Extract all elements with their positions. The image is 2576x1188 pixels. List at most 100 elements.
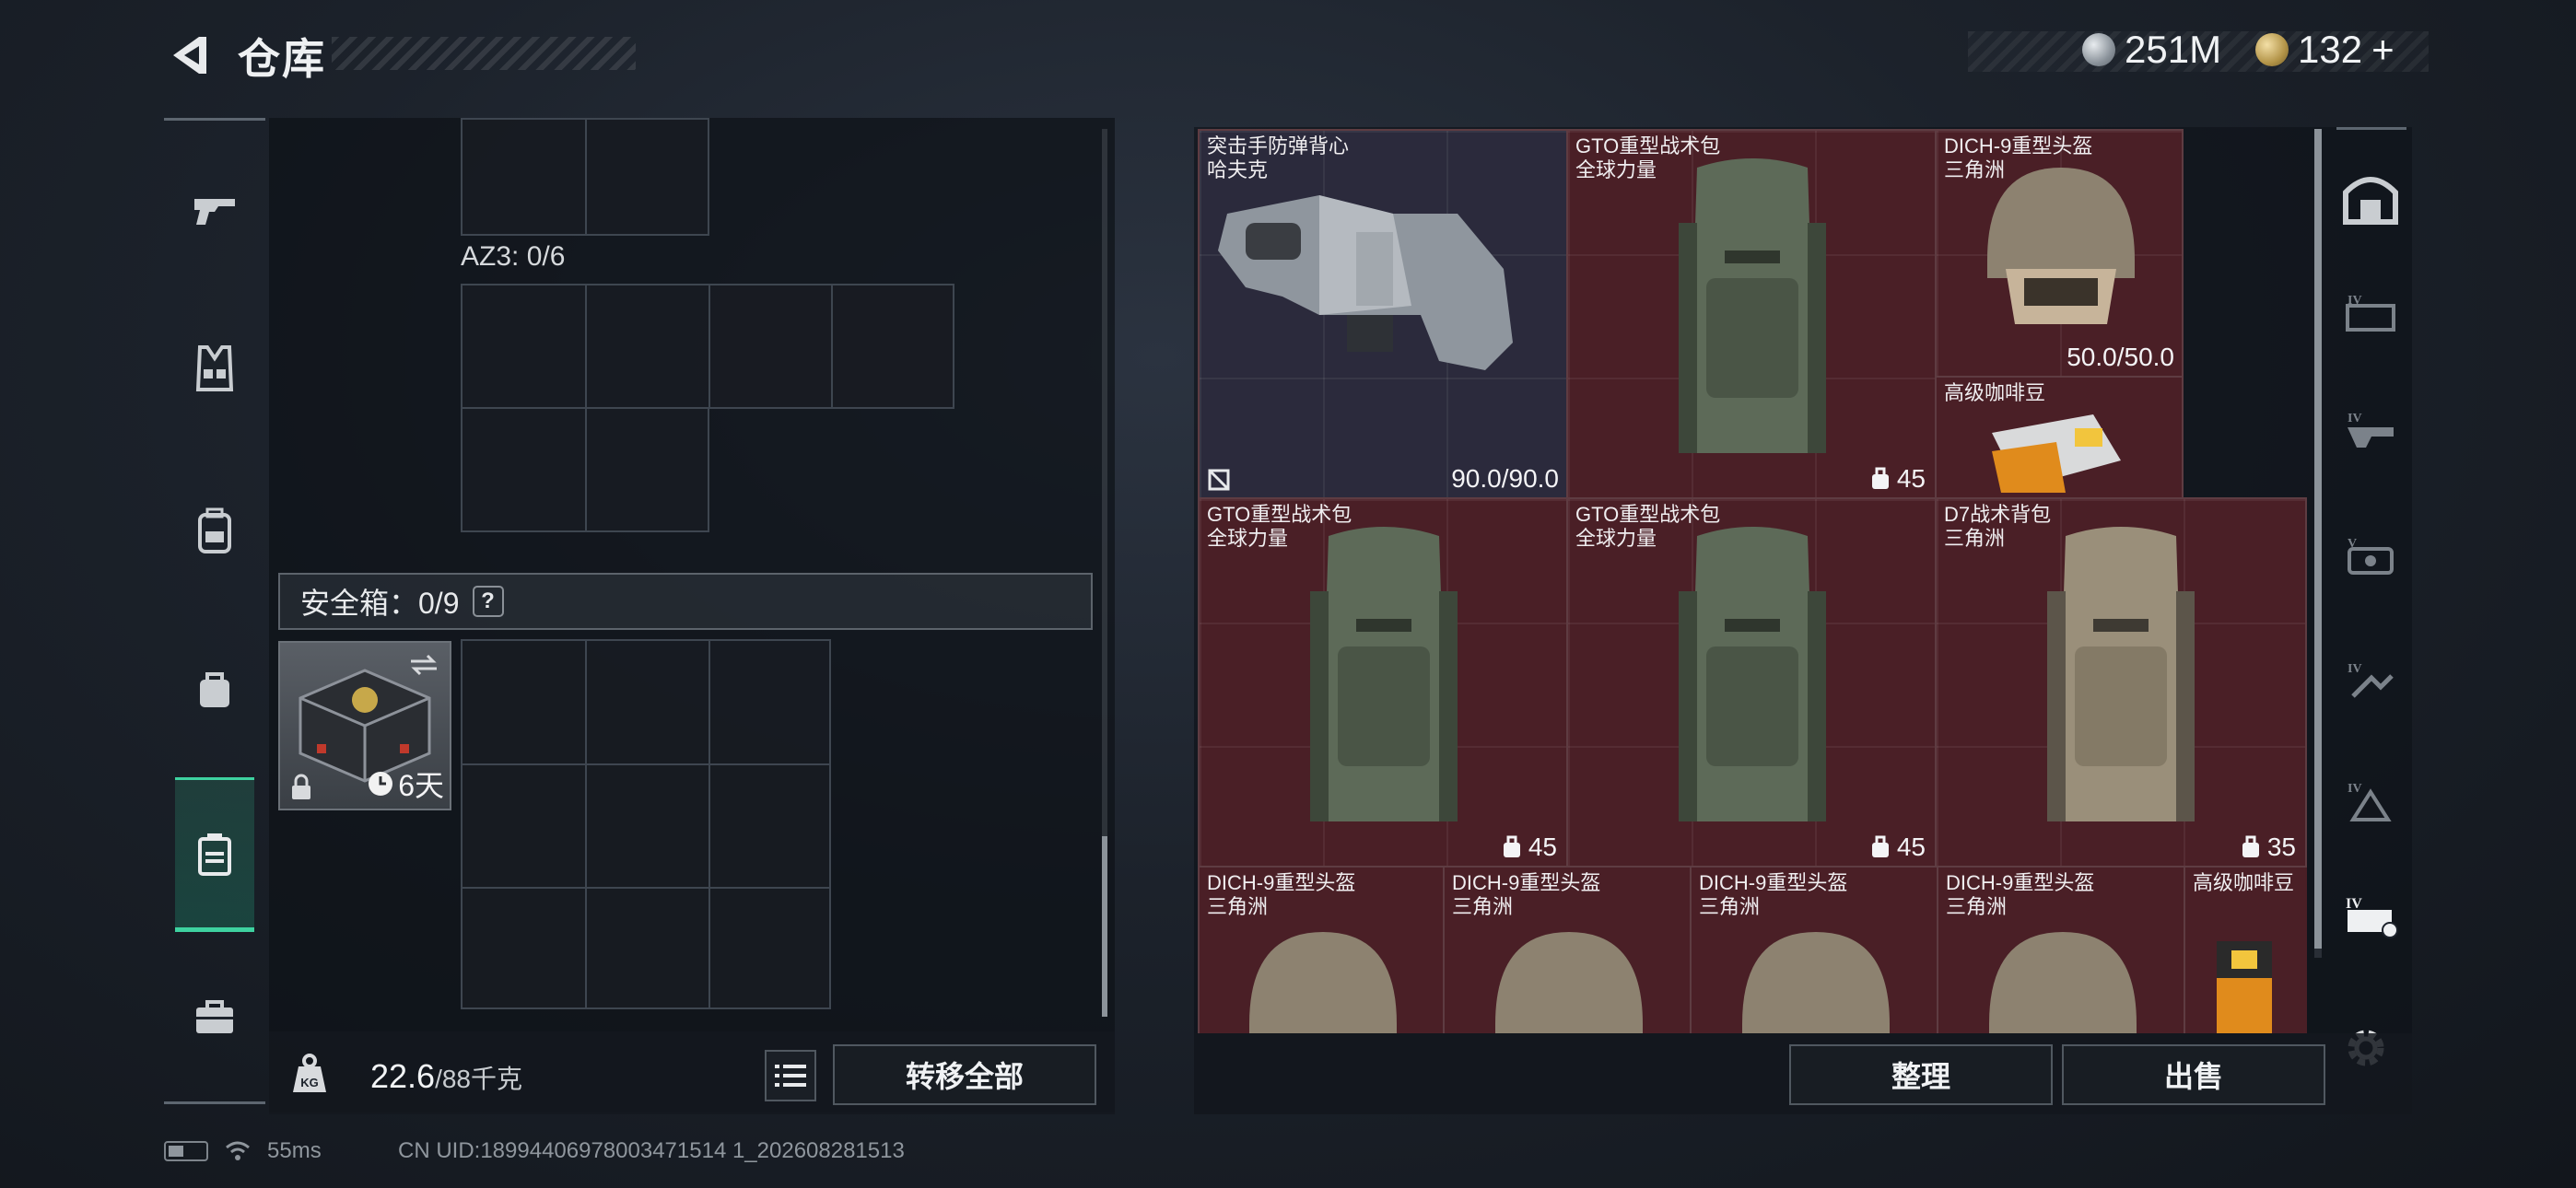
filter-tier-4-active[interactable]: IV bbox=[2329, 866, 2412, 967]
tier-4-tool-icon: IV bbox=[2348, 662, 2394, 698]
item-name: DICH-9重型头盔 三角洲 bbox=[1944, 134, 2093, 181]
safe-box-label: 安全箱：0/9 bbox=[300, 587, 460, 620]
briefcase-icon bbox=[196, 1000, 233, 1033]
rail-tab-backpack[interactable] bbox=[164, 475, 265, 586]
list-view-button[interactable] bbox=[765, 1050, 816, 1101]
tier-4-weapon-icon: IV bbox=[2348, 412, 2394, 448]
storage-grid-upper[interactable] bbox=[461, 118, 709, 236]
sell-button[interactable]: 出售 bbox=[2062, 1044, 2325, 1105]
title-stripe-decoration bbox=[332, 37, 636, 70]
az3-grid-top[interactable] bbox=[461, 284, 954, 409]
item-coffee[interactable]: 高级咖啡豆 bbox=[1935, 376, 2184, 501]
item-backpack[interactable]: GTO重型战术包 全球力量 45 bbox=[1566, 497, 1937, 868]
tier-4-gear-icon: IV bbox=[2348, 782, 2392, 821]
az3-grid-bottom[interactable] bbox=[461, 407, 709, 532]
ping-value: 55ms bbox=[267, 1138, 322, 1163]
carry-weight-current: 22.6 bbox=[370, 1057, 436, 1095]
item-name: DICH-9重型头盔 三角洲 bbox=[1946, 871, 2095, 918]
battery-icon bbox=[164, 1141, 208, 1161]
item-backpack[interactable]: D7战术背包 三角洲 35 bbox=[1935, 497, 2307, 868]
backpack-image bbox=[1310, 527, 1458, 821]
helmet-image bbox=[1249, 932, 1397, 1033]
item-durability: 90.0/90.0 bbox=[1451, 464, 1559, 493]
item-capacity: 45 bbox=[1869, 464, 1926, 494]
vest-image bbox=[1218, 195, 1513, 370]
rail-tab-chest-rig[interactable] bbox=[164, 313, 265, 424]
item-vest[interactable]: 突击手防弹背心 哈夫克 90.0/90.0 bbox=[1198, 129, 1568, 499]
page-title: 仓库 bbox=[238, 35, 326, 83]
gold-currency[interactable]: 132 + bbox=[2255, 28, 2395, 72]
item-name: 高级咖啡豆 bbox=[2193, 871, 2295, 894]
right-scrollbar-thumb[interactable] bbox=[2314, 129, 2322, 949]
pistol-icon bbox=[194, 199, 235, 225]
warehouse-icon bbox=[2343, 177, 2398, 225]
item-helmet[interactable]: DICH-9重型头盔 三角洲 bbox=[1937, 866, 2185, 1033]
svg-text:IV: IV bbox=[2346, 896, 2362, 912]
remaining-time: 6天 bbox=[367, 763, 444, 805]
filter-tier-5[interactable]: V bbox=[2329, 507, 2412, 608]
item-backpack[interactable]: GTO重型战术包 全球力量 45 bbox=[1566, 129, 1937, 499]
filter-tier-4-d[interactable]: IV bbox=[2329, 751, 2412, 853]
filter-tier-4-b[interactable]: IV bbox=[2329, 381, 2412, 483]
sort-button[interactable]: 整理 bbox=[1789, 1044, 2053, 1105]
lock-icon bbox=[292, 774, 310, 799]
transfer-all-button[interactable]: 转移全部 bbox=[833, 1044, 1096, 1105]
list-icon bbox=[775, 1065, 806, 1087]
tier-4-case-icon: IV bbox=[2346, 896, 2398, 938]
safe-box-item[interactable]: 6天 bbox=[278, 641, 451, 810]
rail-tab-safe-box[interactable] bbox=[175, 777, 254, 932]
safe-box-help-button[interactable]: ? bbox=[472, 586, 504, 617]
capacity-icon bbox=[1503, 835, 1520, 857]
svg-text:IV: IV bbox=[2348, 662, 2362, 676]
carry-weight-max: /88千克 bbox=[435, 1065, 523, 1093]
rail-tab-weapons[interactable] bbox=[164, 155, 265, 265]
coffee-bag-image bbox=[1992, 414, 2121, 493]
item-coffee[interactable]: 高级咖啡豆 bbox=[2184, 866, 2307, 1033]
safe-box-grid[interactable] bbox=[461, 639, 831, 1009]
no-repair-icon bbox=[1208, 469, 1230, 491]
item-capacity: 35 bbox=[2240, 833, 2296, 862]
item-helmet[interactable]: DICH-9重型头盔 三角洲 bbox=[1690, 866, 1938, 1033]
right-filter-rail: IV IV V IV IV IV bbox=[2329, 129, 2412, 976]
item-helmet[interactable]: DICH-9重型头盔 三角洲 bbox=[1443, 866, 1692, 1033]
item-name: GTO重型战术包 全球力量 bbox=[1575, 134, 1721, 181]
wifi-icon bbox=[226, 1141, 250, 1160]
safe-box-header: 安全箱：0/9 ? bbox=[278, 573, 1093, 630]
remaining-days: 6天 bbox=[398, 769, 444, 802]
rail-tab-pouch[interactable] bbox=[164, 634, 265, 744]
silver-currency[interactable]: 251M bbox=[2082, 28, 2221, 72]
filter-all[interactable] bbox=[2329, 147, 2412, 249]
backpack-icon bbox=[198, 507, 231, 553]
capacity-icon bbox=[1871, 467, 1889, 489]
item-name: GTO重型战术包 全球力量 bbox=[1575, 503, 1721, 550]
item-helmet[interactable]: DICH-9重型头盔 三角洲 50.0/50.0 bbox=[1935, 129, 2184, 378]
item-helmet[interactable]: DICH-9重型头盔 三角洲 bbox=[1198, 866, 1445, 1033]
item-capacity: 45 bbox=[1869, 833, 1926, 862]
weight-kg-icon: KG bbox=[291, 1054, 328, 1094]
back-button[interactable] bbox=[162, 28, 217, 83]
left-category-rail bbox=[164, 118, 265, 1105]
chest-rig-icon bbox=[195, 345, 234, 391]
pouch-icon bbox=[200, 672, 229, 707]
backpack-image bbox=[1679, 527, 1826, 821]
item-name: 突击手防弹背心 哈夫克 bbox=[1207, 134, 1350, 181]
silver-coin-icon bbox=[2082, 33, 2115, 66]
filter-tier-4-c[interactable]: IV bbox=[2329, 632, 2412, 733]
item-name: D7战术背包 三角洲 bbox=[1944, 503, 2052, 550]
capacity-icon bbox=[1871, 835, 1889, 857]
tier-4-item-icon: IV bbox=[2346, 294, 2395, 332]
filter-tier-4-a[interactable]: IV bbox=[2329, 265, 2412, 367]
safe-box-icon bbox=[198, 833, 231, 876]
silver-amount: 251M bbox=[2125, 28, 2222, 71]
backpack-image bbox=[1679, 158, 1826, 453]
item-backpack[interactable]: GTO重型战术包 全球力量 45 bbox=[1198, 497, 1568, 868]
gold-add-button[interactable]: + bbox=[2371, 28, 2395, 72]
rail-tab-briefcase[interactable] bbox=[164, 961, 265, 1072]
item-name: GTO重型战术包 全球力量 bbox=[1207, 503, 1352, 550]
svg-text:V: V bbox=[2348, 537, 2357, 551]
backpack-image bbox=[2047, 527, 2195, 821]
left-scrollbar-thumb[interactable] bbox=[1102, 836, 1107, 1017]
warehouse-grid: 突击手防弹背心 哈夫克 90.0/90.0 GTO重型战术包 全球力量 45 DIC… bbox=[1198, 129, 2307, 1033]
carry-weight: 22.6/88千克 bbox=[370, 1057, 522, 1096]
item-durability: 50.0/50.0 bbox=[2067, 343, 2174, 371]
